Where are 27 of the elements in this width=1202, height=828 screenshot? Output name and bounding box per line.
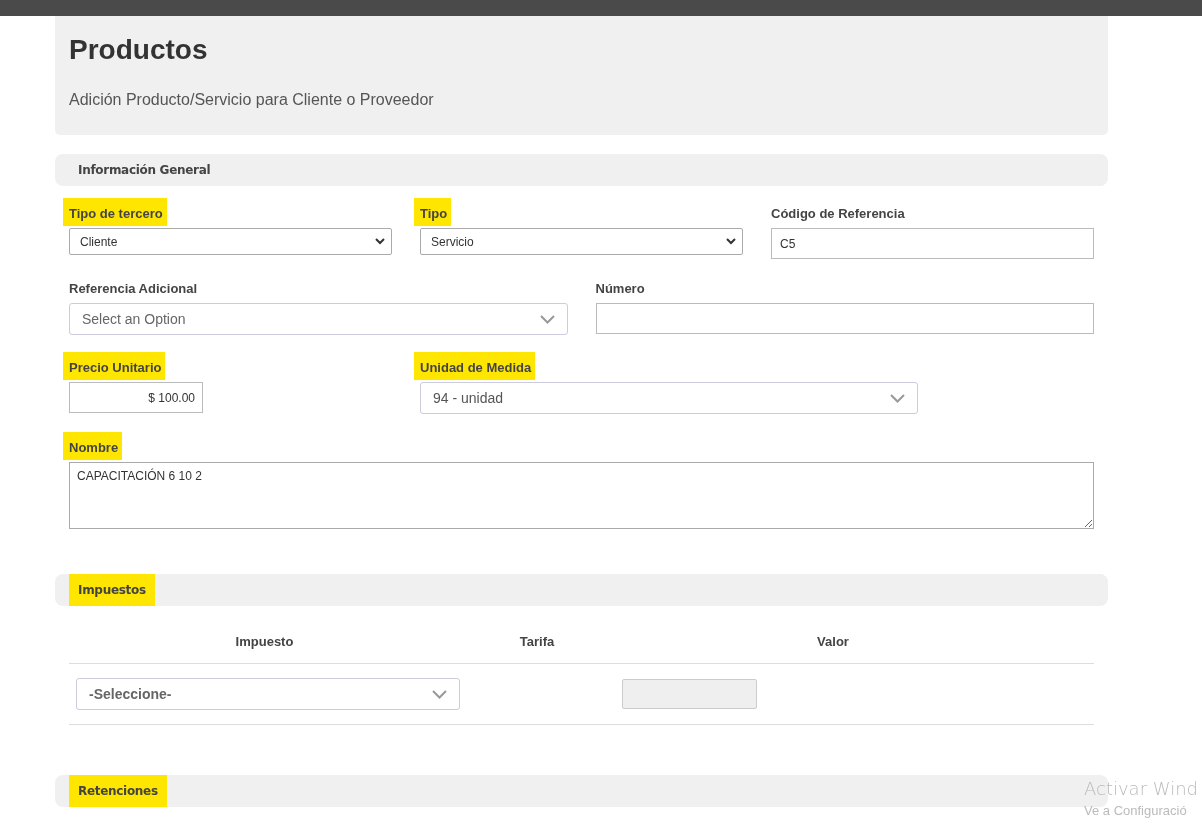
tax-select[interactable]: -Seleccione- — [76, 678, 460, 710]
column-header: Impuesto — [234, 633, 295, 651]
chevron-down-icon — [539, 314, 555, 324]
activation-hint: Ve a Configuració — [1084, 802, 1188, 820]
section-title: Información General — [77, 162, 212, 179]
column-header: Valor — [816, 633, 850, 651]
chevron-down-icon — [432, 689, 447, 699]
field-label: Referencia Adicional — [69, 280, 199, 298]
text-field[interactable]: C5 — [771, 228, 1094, 259]
section-title: Retenciones — [69, 775, 167, 807]
dropdown-caret-icon — [375, 238, 385, 245]
page-title: Productos — [69, 34, 209, 66]
name-textarea[interactable]: CAPACITACIÓN 6 10 2 — [69, 462, 1094, 529]
price-field[interactable]: $ 100.00 — [69, 382, 203, 413]
dropdown-select[interactable]: Select an Option — [69, 303, 568, 335]
dropdown-select[interactable]: Cliente — [69, 228, 392, 255]
activation-notice: Activar Wind — [1084, 778, 1198, 800]
dropdown-caret-icon — [726, 238, 736, 245]
page-subtitle: Adición Producto/Servicio para Cliente o Proveedor — [69, 91, 435, 109]
field-label: Número — [595, 280, 646, 298]
field-label: Código de Referencia — [771, 205, 906, 223]
section-title: Impuestos — [69, 574, 155, 606]
dropdown-select[interactable]: 94 - unidad — [420, 382, 918, 414]
column-header: Tarifa — [518, 633, 556, 651]
text-field[interactable] — [595, 303, 1094, 334]
chevron-down-icon — [890, 393, 905, 403]
dropdown-select[interactable]: Servicio — [420, 228, 743, 255]
